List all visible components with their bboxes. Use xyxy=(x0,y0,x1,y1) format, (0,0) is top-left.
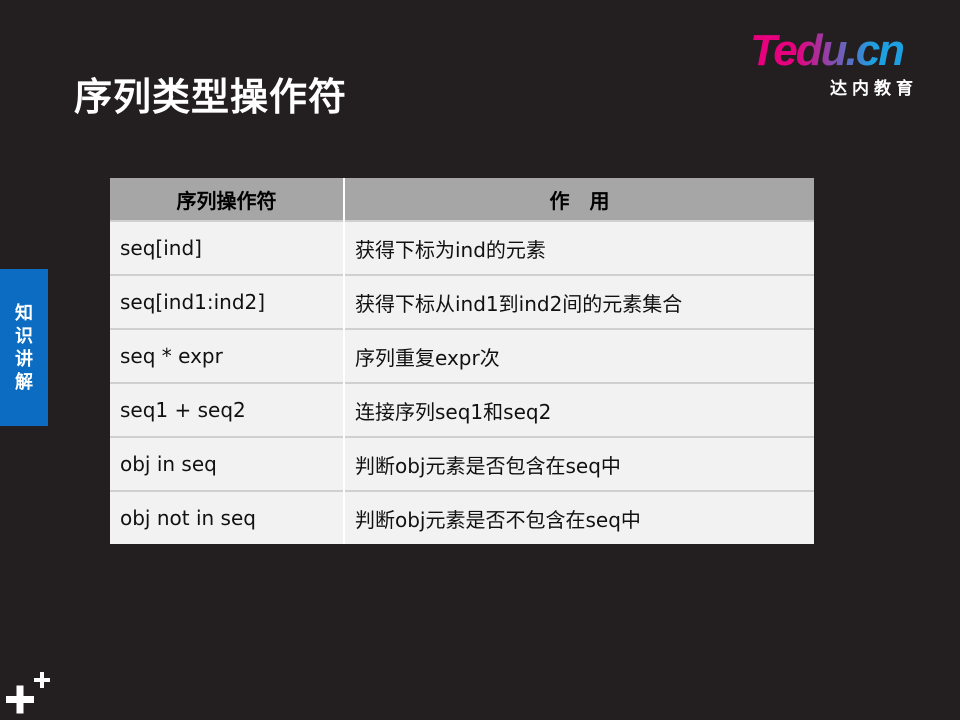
section-tab: 知识讲解 xyxy=(0,269,48,426)
plus-icon xyxy=(6,670,52,716)
table-row: seq1 + seq2 连接序列seq1和seq2 xyxy=(110,382,814,437)
logo-wordmark: Tedu.cn xyxy=(750,26,905,75)
section-tab-label: 知识讲解 xyxy=(15,302,33,393)
operator-cell: obj not in seq xyxy=(110,490,345,544)
operator-cell: seq[ind] xyxy=(110,220,345,275)
description-cell: 连接序列seq1和seq2 xyxy=(344,382,814,437)
description-cell: 判断obj元素是否不包含在seq中 xyxy=(344,490,814,544)
table-row: seq[ind1:ind2] 获得下标从ind1到ind2间的元素集合 xyxy=(110,274,814,329)
operator-table: 序列操作符 作 用 seq[ind] 获得下标为ind的元素 seq[ind1:… xyxy=(110,178,814,544)
header-operator: 序列操作符 xyxy=(110,178,345,221)
operator-cell: seq * expr xyxy=(110,328,345,383)
logo-subtitle: 达内教育 xyxy=(830,79,918,99)
description-cell: 获得下标为ind的元素 xyxy=(344,220,814,275)
description-cell: 获得下标从ind1到ind2间的元素集合 xyxy=(344,274,814,329)
header-function: 作 用 xyxy=(344,178,814,221)
operator-cell: obj in seq xyxy=(110,436,345,491)
table-row: obj not in seq 判断obj元素是否不包含在seq中 xyxy=(110,490,814,544)
description-cell: 序列重复expr次 xyxy=(344,328,814,383)
slide-title: 序列类型操作符 xyxy=(74,75,348,119)
table-row: seq[ind] 获得下标为ind的元素 xyxy=(110,220,814,275)
operator-cell: seq1 + seq2 xyxy=(110,382,345,437)
table-row: obj in seq 判断obj元素是否包含在seq中 xyxy=(110,436,814,491)
tedu-logo: Tedu.cn 达内教育 xyxy=(750,26,930,99)
operator-cell: seq[ind1:ind2] xyxy=(110,274,345,329)
table-row: seq * expr 序列重复expr次 xyxy=(110,328,814,383)
table-header-row: 序列操作符 作 用 xyxy=(110,178,814,221)
description-cell: 判断obj元素是否包含在seq中 xyxy=(344,436,814,491)
